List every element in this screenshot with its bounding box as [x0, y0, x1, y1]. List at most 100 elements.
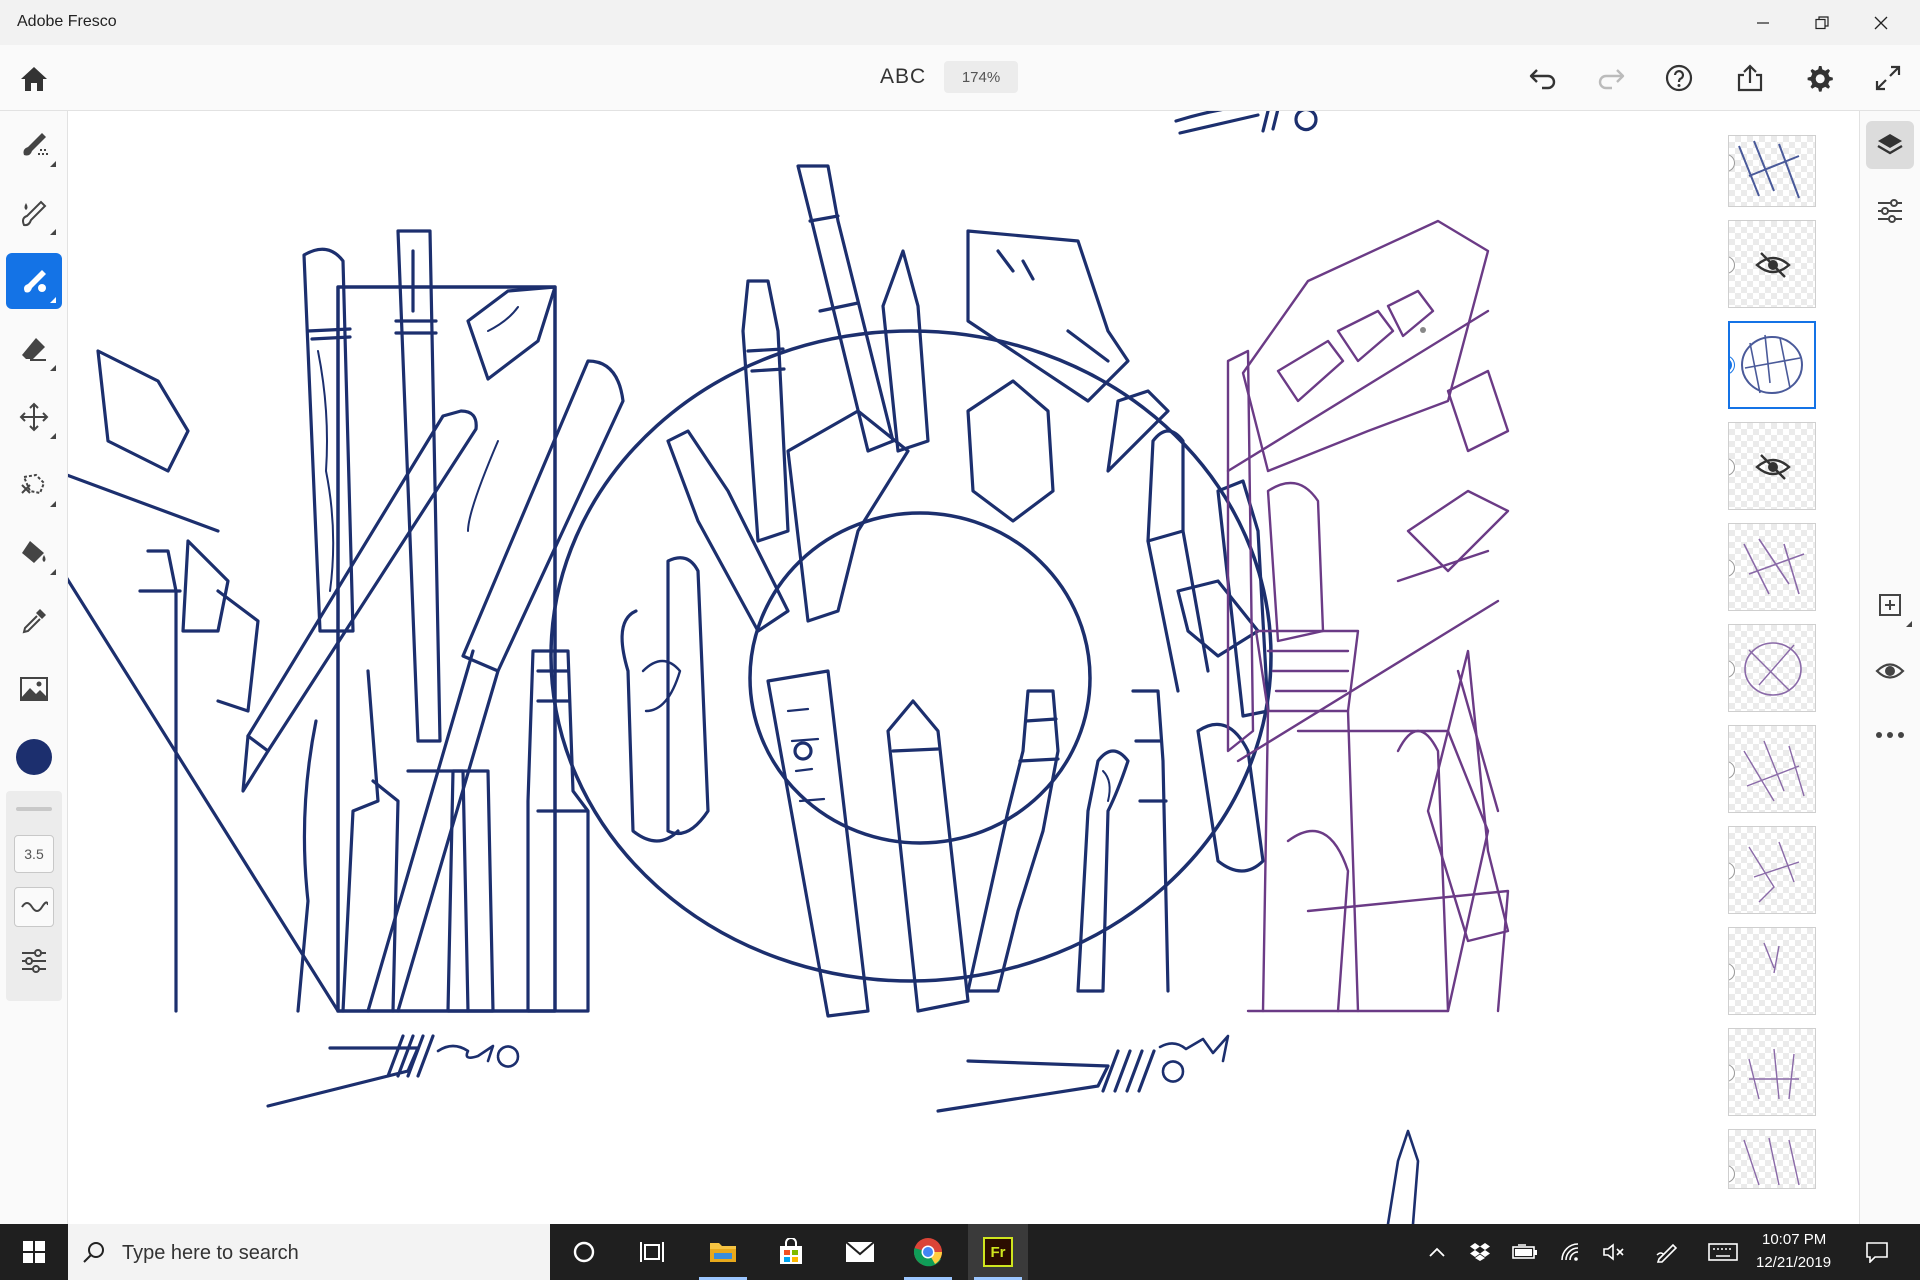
close-window-button[interactable] — [1852, 0, 1910, 45]
drawing-canvas[interactable] — [68, 111, 1859, 1224]
brush-settings-button[interactable] — [14, 941, 54, 981]
windows-taskbar: Type here to search Fr 10:07 PM 12/21/20… — [0, 1224, 1920, 1280]
eraser-icon — [22, 338, 46, 361]
volume-tray[interactable] — [1597, 1224, 1631, 1280]
zoom-level[interactable]: 174% — [944, 61, 1018, 93]
help-button[interactable] — [1656, 55, 1702, 101]
right-rail — [1859, 111, 1920, 1224]
layer-thumbnail[interactable] — [1728, 422, 1816, 510]
touch-keyboard-tray[interactable] — [1705, 1224, 1741, 1280]
vector-brush-tool[interactable] — [6, 253, 62, 309]
layer-thumbnail[interactable] — [1728, 927, 1816, 1015]
store-icon — [780, 1238, 802, 1264]
chrome-icon — [913, 1238, 942, 1267]
layers-icon — [1877, 134, 1903, 155]
fill-tool[interactable] — [6, 525, 62, 581]
document-title[interactable]: ABC — [880, 65, 926, 89]
layer-thumbnail[interactable] — [1728, 1129, 1816, 1189]
color-picker[interactable] — [6, 729, 62, 785]
more-icon — [1876, 732, 1904, 738]
minimize-button[interactable] — [1734, 0, 1792, 45]
left-toolbar: 3.5 — [0, 111, 68, 1224]
size-slider[interactable] — [16, 807, 52, 811]
fresco-app-icon: Fr — [983, 1237, 1013, 1267]
layer-thumbnail-selected[interactable] — [1728, 321, 1816, 409]
microsoft-store-button[interactable] — [761, 1224, 821, 1280]
share-button[interactable] — [1727, 55, 1773, 101]
eyedropper-tool[interactable] — [6, 593, 62, 649]
cortana-button[interactable] — [554, 1224, 614, 1280]
layer-thumbnail[interactable] — [1728, 220, 1816, 308]
action-center-button[interactable] — [1857, 1224, 1897, 1280]
layer-preview — [1748, 841, 1800, 903]
settings-icon — [1807, 66, 1833, 92]
place-image-tool[interactable] — [6, 661, 62, 717]
minimize-icon — [1757, 21, 1769, 24]
smoothing-icon — [21, 901, 48, 912]
pen-icon — [1656, 1243, 1678, 1263]
task-view-icon — [640, 1242, 664, 1262]
wifi-tray[interactable] — [1553, 1224, 1587, 1280]
file-explorer-button[interactable] — [693, 1224, 753, 1280]
layer-properties-icon — [1878, 199, 1902, 223]
clock-time[interactable]: 10:07 PM — [1762, 1231, 1826, 1248]
app-bar: ABC 174% — [0, 45, 1920, 111]
layer-preview — [1748, 1048, 1799, 1100]
fullscreen-button[interactable] — [1865, 55, 1911, 101]
taskbar-search-box[interactable]: Type here to search — [68, 1224, 550, 1280]
share-icon — [1737, 64, 1763, 92]
dropbox-tray[interactable] — [1463, 1224, 1497, 1280]
volume-muted-icon — [1603, 1243, 1624, 1261]
layer-thumbnail[interactable] — [1728, 725, 1816, 813]
image-icon — [20, 677, 48, 701]
adobe-fresco-taskbar-button[interactable]: Fr — [968, 1224, 1028, 1280]
lasso-icon — [21, 473, 46, 495]
task-view-button[interactable] — [622, 1224, 682, 1280]
live-brush-tool[interactable] — [6, 185, 62, 241]
move-icon — [19, 402, 49, 432]
layers-button[interactable] — [1866, 121, 1914, 169]
show-hidden-icons-button[interactable] — [1420, 1224, 1454, 1280]
fullscreen-icon — [1875, 65, 1901, 91]
layer-thumbnail[interactable] — [1728, 826, 1816, 914]
pixel-brush-tool[interactable] — [6, 117, 62, 173]
restore-button[interactable] — [1793, 0, 1851, 45]
restore-icon — [1815, 15, 1829, 29]
selection-tool[interactable] — [6, 457, 62, 513]
battery-tray[interactable] — [1508, 1224, 1542, 1280]
start-button[interactable] — [4, 1224, 64, 1280]
mail-button[interactable] — [830, 1224, 890, 1280]
fresco-app-label: Fr — [990, 1243, 1006, 1261]
mail-icon — [845, 1241, 875, 1262]
layer-properties-button[interactable] — [1866, 187, 1914, 235]
chrome-button[interactable] — [898, 1224, 958, 1280]
add-layer-button[interactable] — [1866, 581, 1914, 629]
smoothing-button[interactable] — [14, 887, 54, 927]
tool-settings-panel: 3.5 — [6, 791, 62, 1001]
brush-size-value[interactable]: 3.5 — [14, 835, 54, 873]
layer-thumbnail[interactable] — [1728, 624, 1816, 712]
layer-thumbnail[interactable] — [1728, 1028, 1816, 1116]
current-color-swatch[interactable] — [16, 739, 52, 775]
eraser-tool[interactable] — [6, 321, 62, 377]
home-button[interactable] — [12, 57, 56, 101]
pen-workspace-tray[interactable] — [1650, 1224, 1684, 1280]
layer-thumbnail[interactable] — [1728, 523, 1816, 611]
undo-button[interactable] — [1520, 55, 1566, 101]
help-icon — [1665, 64, 1693, 92]
layer-preview — [1744, 642, 1802, 696]
settings-button[interactable] — [1796, 55, 1842, 101]
windows-logo-icon — [23, 1241, 45, 1263]
layer-thumbnail[interactable] — [1728, 135, 1816, 207]
fill-bucket-icon — [22, 541, 46, 563]
more-options-button[interactable] — [1866, 711, 1914, 759]
chevron-up-icon — [1429, 1247, 1445, 1257]
add-layer-icon — [1879, 594, 1901, 616]
clock-date[interactable]: 12/21/2019 — [1756, 1254, 1831, 1271]
layer-preview — [1763, 942, 1780, 974]
move-transform-tool[interactable] — [6, 389, 62, 445]
visibility-button[interactable] — [1866, 647, 1914, 695]
title-bar: Adobe Fresco — [0, 0, 1920, 45]
redo-button[interactable] — [1588, 55, 1634, 101]
wifi-icon — [1561, 1243, 1579, 1261]
